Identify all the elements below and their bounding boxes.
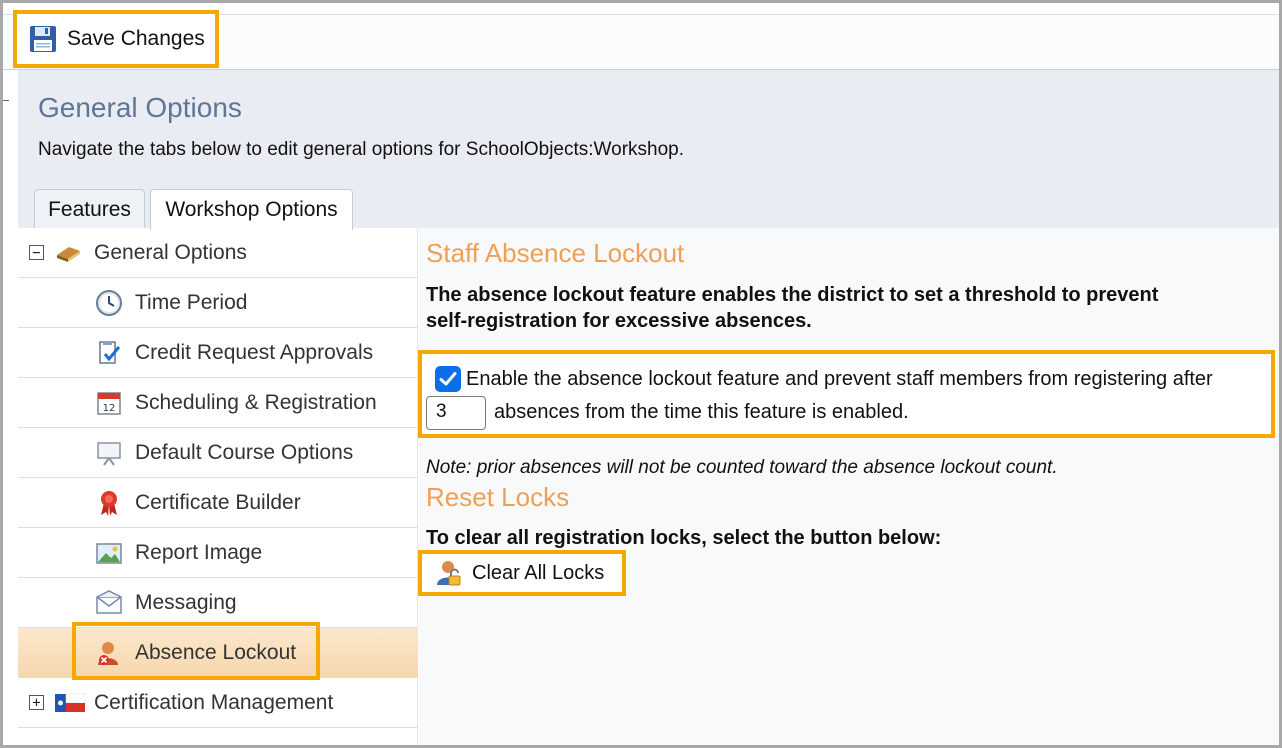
section-title-reset-locks: Reset Locks: [426, 482, 570, 512]
tree-item-label: Report Image: [135, 540, 263, 564]
presentation-icon: [95, 439, 123, 467]
tree-item-label: Absence Lockout: [135, 640, 297, 664]
enable-lockout-label: Enable the absence lockout feature and p…: [466, 368, 1213, 390]
user-unlock-icon: [434, 558, 464, 588]
reset-description: To clear all registration locks, select …: [426, 527, 942, 549]
tree-item-absence-lockout[interactable]: Absence Lockout: [18, 628, 418, 678]
tree-item-credit-request-approvals[interactable]: Credit Request Approvals: [18, 328, 418, 378]
collapse-icon[interactable]: −: [29, 245, 44, 260]
tree-item-time-period[interactable]: Time Period: [18, 278, 418, 328]
divider: [3, 100, 9, 101]
clear-all-locks-button[interactable]: Clear All Locks: [418, 550, 626, 596]
page-title: General Options: [38, 92, 242, 123]
tab-label: Workshop Options: [165, 198, 338, 221]
approval-icon: [95, 339, 123, 367]
calendar-icon: 12: [95, 389, 123, 417]
tree-item-default-course-options[interactable]: Default Course Options: [18, 428, 418, 478]
save-changes-label: Save Changes: [67, 27, 205, 50]
ribbon-icon: [95, 489, 123, 517]
expand-icon[interactable]: +: [29, 695, 44, 710]
save-changes-button[interactable]: Save Changes: [13, 10, 219, 68]
user-lock-icon: [95, 639, 123, 667]
options-tree: − General Options Time Period Credit Req…: [18, 228, 418, 745]
lockout-note: Note: prior absences will not be counted…: [426, 457, 1058, 478]
lockout-settings-box: [418, 350, 1275, 438]
lockout-description-line-2: self-registration for excessive absences…: [426, 310, 812, 332]
tree-item-label: Default Course Options: [135, 440, 354, 464]
tree-item-certificate-builder[interactable]: Certificate Builder: [18, 478, 418, 528]
tree-item-scheduling-registration[interactable]: 12 Scheduling & Registration: [18, 378, 418, 428]
image-icon: [95, 539, 123, 567]
tree-item-label: Certification Management: [94, 690, 334, 714]
book-icon: [54, 239, 82, 267]
tree-item-certification-management[interactable]: + Certification Management: [18, 678, 418, 728]
tab-features[interactable]: Features: [34, 189, 145, 229]
tree-item-general-options[interactable]: − General Options: [18, 228, 418, 278]
lockout-description-line-1: The absence lockout feature enables the …: [426, 284, 1159, 306]
tree-item-label: General Options: [94, 240, 247, 264]
tab-workshop-options[interactable]: Workshop Options: [150, 189, 353, 230]
section-title-staff-absence-lockout: Staff Absence Lockout: [426, 238, 685, 268]
floppy-disk-icon: [29, 25, 57, 53]
flag-icon: [54, 689, 86, 717]
tree-item-label: Credit Request Approvals: [135, 340, 374, 364]
tree-item-label: Certificate Builder: [135, 490, 301, 514]
tree-item-messaging[interactable]: Messaging: [18, 578, 418, 628]
enable-lockout-checkbox[interactable]: [435, 366, 461, 392]
tree-item-label: Messaging: [135, 590, 237, 614]
tree-item-report-image[interactable]: Report Image: [18, 528, 418, 578]
tab-label: Features: [48, 197, 131, 221]
svg-text:12: 12: [103, 403, 116, 414]
tree-item-label: Scheduling & Registration: [135, 390, 377, 414]
checkmark-icon: [439, 372, 457, 386]
clock-icon: [95, 289, 123, 317]
page-description: Navigate the tabs below to edit general …: [38, 139, 685, 160]
tree-item-label: Time Period: [135, 290, 248, 314]
clear-all-locks-label: Clear All Locks: [472, 561, 605, 584]
absences-suffix-label: absences from the time this feature is e…: [494, 401, 909, 423]
absence-count-input[interactable]: 3: [426, 396, 486, 430]
envelope-icon: [95, 589, 123, 617]
